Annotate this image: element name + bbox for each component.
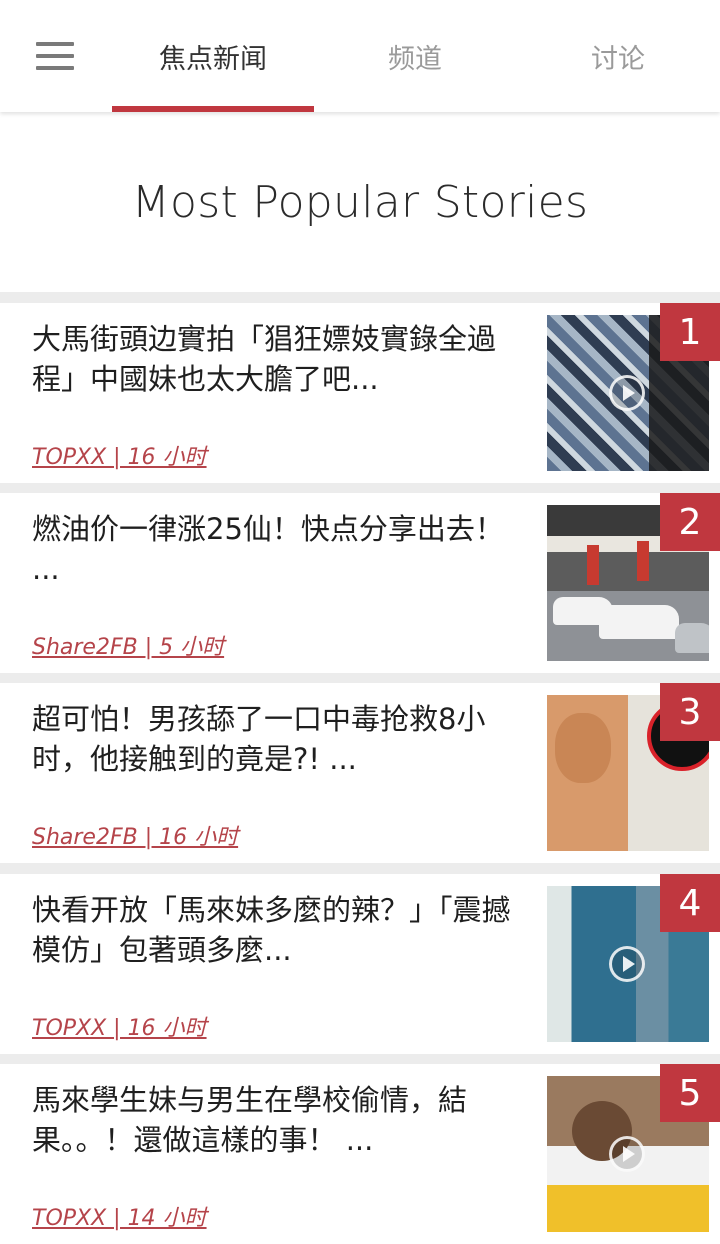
story-source-time[interactable]: TOPXX | 16 小时 bbox=[32, 439, 207, 471]
hamburger-menu-icon[interactable] bbox=[36, 42, 74, 70]
tab-discussion[interactable]: 讨论 bbox=[516, 0, 720, 112]
story-title[interactable]: 快看开放「馬來妹多麼的辣？」「震撼模仿」包著頭多麼... bbox=[32, 890, 522, 970]
story-source-time[interactable]: Share2FB | 16 小时 bbox=[32, 819, 238, 851]
tab-focus-news[interactable]: 焦点新闻 bbox=[112, 0, 314, 112]
story-title[interactable]: 超可怕！男孩舔了一口中毒抢救8小时，他接触到的竟是?! ... bbox=[32, 699, 522, 779]
play-icon bbox=[609, 375, 645, 411]
tab-label: 讨论 bbox=[591, 43, 645, 75]
rank-badge: 2 bbox=[660, 493, 720, 551]
tab-label: 焦点新闻 bbox=[159, 43, 267, 75]
top-nav-bar: 焦点新闻 频道 讨论 bbox=[0, 0, 720, 112]
story-item[interactable]: 快看开放「馬來妹多麼的辣？」「震撼模仿」包著頭多麼... TOPXX | 16 … bbox=[0, 874, 720, 1054]
divider bbox=[0, 292, 720, 303]
story-title[interactable]: 馬來學生妹与男生在學校偷情，結果。。！還做這樣的事！ ... bbox=[32, 1080, 522, 1160]
story-item[interactable]: 馬來學生妹与男生在學校偷情，結果。。！還做這樣的事！ ... TOPXX | 1… bbox=[0, 1064, 720, 1244]
play-icon bbox=[609, 946, 645, 982]
story-item[interactable]: 大馬街頭边實拍「猖狂嫖妓實錄全過程」中國妹也太大膽了吧... TOPXX | 1… bbox=[0, 303, 720, 483]
rank-badge: 1 bbox=[660, 303, 720, 361]
rank-badge: 4 bbox=[660, 874, 720, 932]
story-item[interactable]: 燃油价一律涨25仙！快点分享出去！ ... Share2FB | 5 小时 2 bbox=[0, 493, 720, 673]
story-source-time[interactable]: Share2FB | 5 小时 bbox=[32, 629, 224, 661]
active-tab-indicator bbox=[112, 106, 314, 112]
rank-badge: 5 bbox=[660, 1064, 720, 1122]
story-title[interactable]: 燃油价一律涨25仙！快点分享出去！ ... bbox=[32, 509, 522, 589]
story-source-time[interactable]: TOPXX | 14 小时 bbox=[32, 1200, 207, 1232]
tab-label: 频道 bbox=[388, 43, 442, 75]
rank-badge: 3 bbox=[660, 683, 720, 741]
divider bbox=[0, 672, 720, 683]
play-icon bbox=[609, 1136, 645, 1172]
divider bbox=[0, 482, 720, 493]
divider bbox=[0, 1053, 720, 1064]
story-source-time[interactable]: TOPXX | 16 小时 bbox=[32, 1010, 207, 1042]
story-title[interactable]: 大馬街頭边實拍「猖狂嫖妓實錄全過程」中國妹也太大膽了吧... bbox=[32, 319, 522, 399]
page-title: Most Popular Stories bbox=[131, 176, 589, 228]
tab-channels[interactable]: 频道 bbox=[314, 0, 516, 112]
story-item[interactable]: 超可怕！男孩舔了一口中毒抢救8小时，他接触到的竟是?! ... Share2FB… bbox=[0, 683, 720, 863]
divider bbox=[0, 863, 720, 874]
